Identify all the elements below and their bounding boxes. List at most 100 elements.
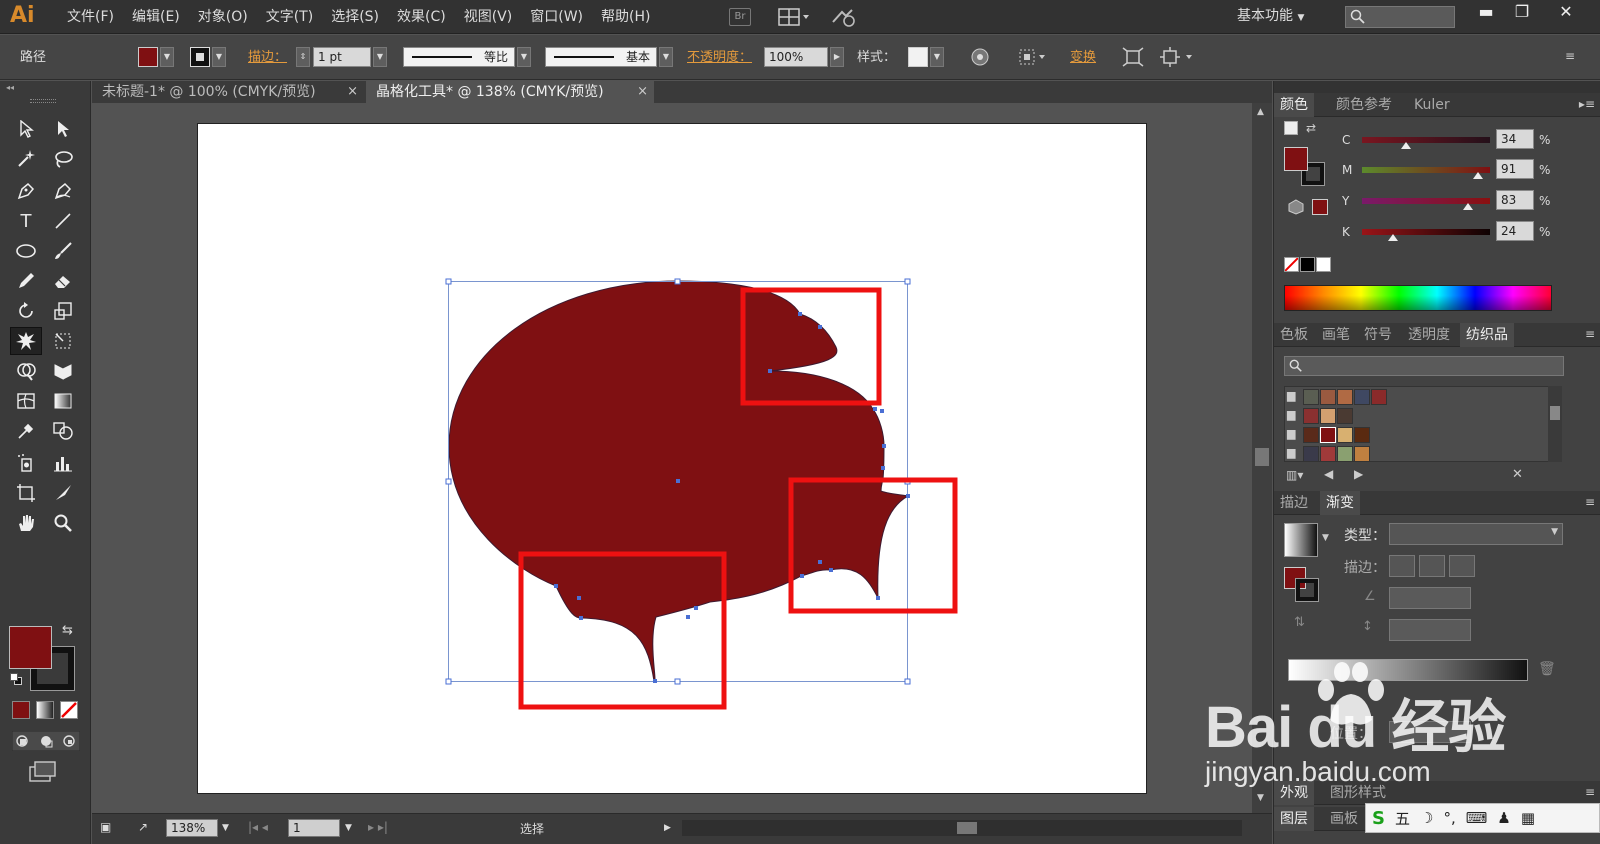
tab-graphic-styles[interactable]: 图形样式: [1324, 781, 1392, 805]
swatch[interactable]: [1354, 389, 1370, 405]
first-artboard-icon[interactable]: |◂ ◂: [248, 820, 268, 834]
ime-mode-label[interactable]: 五: [1395, 808, 1410, 829]
tab-symbols[interactable]: 符号: [1358, 323, 1398, 347]
menu-view[interactable]: 视图(V): [455, 0, 522, 34]
eraser-tool-icon[interactable]: [47, 267, 79, 295]
selection-tool-icon[interactable]: [10, 115, 42, 143]
anchor-point[interactable]: [554, 584, 558, 588]
white-swatch[interactable]: [1316, 257, 1331, 272]
menu-effect[interactable]: 效果(C): [388, 0, 455, 34]
slider-y-thumb[interactable]: [1463, 203, 1474, 210]
free-transform-tool-icon[interactable]: [47, 327, 79, 355]
zoom-tool-icon[interactable]: [47, 509, 79, 537]
pen-tool-icon[interactable]: [10, 177, 42, 205]
anchor-point[interactable]: [768, 369, 772, 373]
anchor-point[interactable]: [676, 479, 680, 483]
menu-window[interactable]: 窗口(W): [521, 0, 592, 34]
punctuation-icon[interactable]: °,: [1443, 809, 1455, 827]
anchor-point[interactable]: [873, 407, 877, 411]
tab-kuler[interactable]: Kuler: [1408, 93, 1456, 117]
blend-tool-icon[interactable]: [47, 417, 79, 445]
restore-button[interactable]: ❐: [1504, 0, 1540, 26]
panel-menu-icon[interactable]: ▸≡: [1579, 97, 1595, 111]
gradient-tool-icon[interactable]: [47, 387, 79, 415]
transform-label[interactable]: 变换: [1070, 35, 1096, 80]
graphic-style-swatch[interactable]: [908, 47, 928, 67]
handle[interactable]: [445, 278, 452, 285]
shape-builder-tool-icon[interactable]: [10, 357, 42, 385]
moon-icon[interactable]: ☽: [1420, 809, 1433, 827]
stroke-weight-input[interactable]: 1 pt: [313, 47, 371, 67]
tab-crystallize[interactable]: 晶格化工具* @ 138% (CMYK/预览) ×: [366, 81, 654, 103]
gradient-preview[interactable]: [1284, 523, 1318, 557]
swatch[interactable]: [1354, 427, 1370, 443]
next-library-icon[interactable]: ▶: [1354, 467, 1363, 481]
toolbar-grip[interactable]: [30, 99, 56, 103]
close-library-icon[interactable]: ✕: [1512, 467, 1523, 482]
ellipse-tool-icon[interactable]: [10, 237, 42, 265]
gradient-mode-button[interactable]: [36, 701, 54, 719]
fill-dropdown[interactable]: ▼: [160, 47, 174, 67]
swatch-search-input[interactable]: [1284, 356, 1564, 376]
artboard-number-input[interactable]: 1: [288, 819, 340, 837]
gradient-angle-input[interactable]: [1389, 587, 1471, 609]
anchor-point[interactable]: [686, 615, 690, 619]
slice-tool-icon[interactable]: [47, 479, 79, 507]
zoom-input[interactable]: 138%: [166, 819, 218, 837]
anchor-point[interactable]: [881, 466, 885, 470]
direct-selection-tool-icon[interactable]: [47, 115, 79, 143]
column-graph-tool-icon[interactable]: [47, 449, 79, 477]
artboard-dropdown-icon[interactable]: ▼: [345, 823, 352, 833]
anchor-point[interactable]: [800, 574, 804, 578]
swatch[interactable]: [1303, 389, 1319, 405]
artboard-tool-icon[interactable]: [10, 479, 42, 507]
handle[interactable]: [445, 478, 452, 485]
panel-menu-icon[interactable]: ≡: [1585, 327, 1595, 341]
vertical-scrollbar[interactable]: ▲ ▼: [1252, 103, 1272, 813]
brush-dropdown[interactable]: ▼: [659, 47, 673, 67]
recolor-artwork-icon[interactable]: [970, 47, 990, 67]
tab-color[interactable]: 颜色: [1274, 93, 1314, 117]
scroll-thumb[interactable]: [1255, 448, 1269, 466]
h-scroll-thumb[interactable]: [957, 822, 977, 834]
stroke-label[interactable]: 描边：: [248, 35, 287, 80]
menu-object[interactable]: 对象(O): [189, 0, 257, 34]
opacity-input[interactable]: 100%: [764, 47, 828, 67]
scroll-down-icon[interactable]: ▼: [1257, 793, 1264, 803]
anchor-point[interactable]: [880, 409, 884, 413]
scale-tool-icon[interactable]: [47, 297, 79, 325]
stroke-dropdown[interactable]: ▼: [212, 47, 226, 67]
menu-type[interactable]: 文字(T): [257, 0, 322, 34]
panel-menu-icon[interactable]: ≡: [1585, 785, 1595, 799]
swatch[interactable]: [1303, 408, 1319, 424]
curvature-tool-icon[interactable]: [47, 177, 79, 205]
close-tab-icon[interactable]: ×: [637, 81, 648, 103]
stroke-gradient-option[interactable]: [1419, 555, 1445, 577]
type-tool-icon[interactable]: T: [10, 207, 42, 235]
arrange-documents-icon[interactable]: [778, 8, 812, 26]
rotate-tool-icon[interactable]: [10, 297, 42, 325]
status-icon[interactable]: ▣: [100, 820, 111, 834]
channel-input-m[interactable]: 91: [1496, 159, 1534, 179]
anchor-point[interactable]: [579, 616, 583, 620]
eyedropper-tool-icon[interactable]: [10, 417, 42, 445]
swatch[interactable]: [1320, 446, 1336, 462]
anchor-point[interactable]: [798, 312, 802, 316]
gradient-stroke-box[interactable]: [1295, 578, 1319, 602]
gradient-slider[interactable]: [1288, 659, 1528, 681]
tab-brushes[interactable]: 画笔: [1316, 323, 1356, 347]
align-selection-icon[interactable]: [1018, 47, 1050, 67]
swatch[interactable]: [1320, 408, 1336, 424]
handle[interactable]: [674, 278, 681, 285]
swap-colors-icon[interactable]: ⇆: [62, 623, 73, 638]
color-spectrum-bar[interactable]: [1284, 285, 1552, 311]
tab-gradient[interactable]: 渐变: [1320, 491, 1360, 515]
panel-menu-icon[interactable]: ≡: [1565, 49, 1575, 63]
swap-icon[interactable]: ⇄: [1306, 121, 1316, 135]
slider-k[interactable]: [1362, 229, 1490, 235]
default-fill-stroke-icon[interactable]: [1284, 121, 1298, 135]
opacity-dropdown[interactable]: ▶: [830, 47, 844, 67]
selection-options-icon[interactable]: [1160, 47, 1200, 67]
isolate-object-icon[interactable]: [1122, 47, 1144, 67]
default-colors-icon[interactable]: [10, 673, 22, 685]
